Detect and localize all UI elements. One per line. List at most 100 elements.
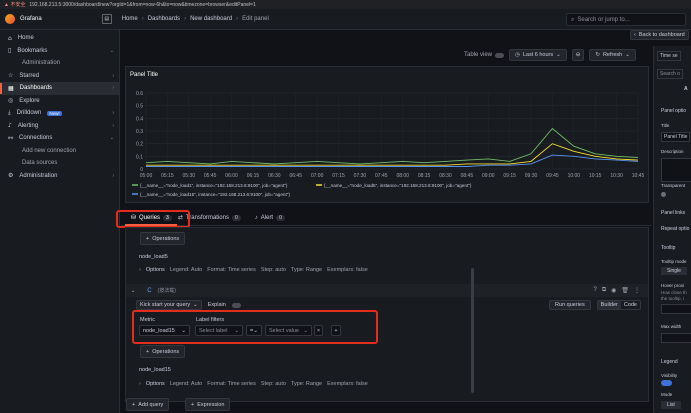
delete-icon[interactable]: 🗑 [621,287,629,294]
chevron-right-icon[interactable]: › [112,173,114,179]
chevron-right-icon[interactable]: › [112,110,114,116]
run-queries-button[interactable]: Run queries [549,300,591,310]
query-b-options[interactable]: › Options Legend: Auto Format: Time seri… [139,267,368,273]
sidebar-item-administration[interactable]: ⚙ Administration › [0,170,119,183]
breadcrumb-dashboards[interactable]: Dashboards [148,16,180,22]
collapse-icon[interactable]: ⌄ [131,288,135,294]
search-box[interactable]: ⌕ Search or jump to... [566,13,686,26]
breadcrumb-new-dashboard[interactable]: New dashboard [190,16,232,22]
drag-handle-icon[interactable]: ⋮ [634,287,640,294]
hover-proximity-input[interactable] [661,304,691,314]
x-tick-label: 09:00 [482,173,495,179]
breadcrumb-home[interactable]: Home [122,16,138,22]
remove-filter-button[interactable]: × [314,325,323,336]
repeat-options-header[interactable]: Repeat optio [661,226,689,232]
description-label: Description [661,149,684,154]
chevron-down-icon[interactable]: ⌄ [110,48,114,54]
chevron-right-icon[interactable]: › [112,73,114,79]
search-icon: ⌕ [571,15,575,23]
panel-toolbar: Table view ◷ Last 6 hours ⌄ ⊖ ↻ Refresh ⌄ [464,49,636,61]
back-to-dashboard-button[interactable]: ‹ Back to dashboard [630,30,689,40]
kick-start-button[interactable]: Kick start your query ⌄ [136,300,202,310]
x-tick-label: 06:45 [289,173,302,179]
options-label: Options [145,381,165,387]
table-view-toggle[interactable]: Table view [464,52,505,58]
tooltip-header[interactable]: Tooltip [661,245,675,251]
sidebar-item-alerting[interactable]: ♪ Alerting › [0,120,119,133]
chevron-down-icon: ⌄ [303,327,308,334]
plus-icon: + [146,235,150,242]
option-type: Type: Range [290,381,323,387]
tab-transformations[interactable]: ⇄ Transformations 0 [178,211,241,225]
select-value-dropdown[interactable]: Select value ⌄ [265,325,312,336]
x-tick-label: 10:15 [589,173,602,179]
sidebar-item-add-new-connection[interactable]: Add new connection [0,145,119,158]
add-filter-button[interactable]: + [331,325,341,336]
sidebar-item-drilldown[interactable]: ⤓ Drilldown New! › [0,107,119,120]
query-letter[interactable]: C [147,288,151,294]
expression-button[interactable]: + Expression [185,398,231,411]
kick-start-label: Kick start your query [140,302,191,308]
select-label-dropdown[interactable]: Select label ⌄ [195,325,243,336]
grafana-logo-icon[interactable] [5,14,15,24]
builder-option[interactable]: Builder [597,301,621,309]
scrollbar[interactable] [471,268,474,393]
visibility-toggle[interactable] [661,380,672,386]
y-tick-label: 0.3 [136,129,143,135]
database-icon: ⛁ [131,215,137,221]
sidebar-item-bookmarks[interactable]: ▯ Bookmarks ⌄ [0,45,119,58]
legend-list-option[interactable]: List [661,401,681,409]
operations-button-c[interactable]: + Operations [140,345,186,358]
sidebar-item-connections[interactable]: ⚯ Connections ⌄ [0,132,119,145]
active-tab-underline [125,224,177,226]
chevron-down-icon[interactable]: ⌄ [110,135,114,141]
tooltip-single-option[interactable]: Single [661,267,687,275]
chevron-right-icon[interactable]: › [112,123,114,129]
dock-menu-icon[interactable]: ▤ [101,14,112,24]
eye-icon[interactable]: ◉ [611,287,616,294]
code-option[interactable]: Code [621,302,640,308]
visualization-picker[interactable]: Time se [657,51,681,61]
operator-select[interactable]: = ⌄ [246,325,262,336]
copy-icon[interactable]: ⧉ [602,287,606,294]
all-tab[interactable]: A [684,86,688,92]
title-input[interactable]: Panel Title [661,132,691,142]
options-search[interactable]: Search o [657,69,684,79]
sidebar-item-label: Home [17,35,34,42]
sidebar-item-data-sources[interactable]: Data sources [0,157,119,170]
panel-links-header[interactable]: Panel links [661,210,685,216]
tab-queries[interactable]: ⛁ Queries 3 [131,211,172,225]
toggle-switch[interactable] [495,52,505,58]
explain-toggle[interactable] [231,302,241,308]
refresh-button[interactable]: ↻ Refresh ⌄ [589,49,636,61]
chevron-right-icon[interactable]: › [112,85,114,91]
time-range-picker[interactable]: ◷ Last 6 hours ⌄ [509,49,567,61]
sidebar-item-bookmark-administration[interactable]: Administration [0,57,119,70]
chevron-right-icon: › [139,381,141,387]
x-tick-label: 06:00 [225,173,238,179]
metric-select[interactable]: node_load15 ⌄ [139,325,190,336]
description-textarea[interactable] [661,158,691,182]
sidebar-item-dashboards[interactable]: ▦ Dashboards › [0,82,119,95]
option-exemplars: Exemplars: false [327,267,368,273]
star-icon: ☆ [8,72,14,80]
x-tick-label: 05:00 [140,173,153,179]
sidebar-item-explore[interactable]: ◎ Explore [0,95,119,108]
browser-url-bar[interactable]: ▲ 不安全 192.168.213.5:3000/dashboard/new?o… [0,0,691,9]
sidebar-item-starred[interactable]: ☆ Starred › [0,70,119,83]
transparent-toggle[interactable] [661,192,666,197]
option-exemplars: Exemplars: false [327,381,368,387]
help-icon[interactable]: ? [593,287,596,294]
panel-options-header[interactable]: Panel optio [661,108,686,114]
series-line [145,127,639,165]
query-c-options[interactable]: › Options Legend: Auto Format: Time seri… [139,381,368,387]
url-text[interactable]: 192.168.213.5:3000/dashboard/new?orgId=1… [29,2,255,8]
sidebar-item-home[interactable]: ⌂ Home [0,32,119,45]
add-query-button[interactable]: + Add query [126,398,170,411]
x-tick-label: 05:15 [161,173,174,179]
zoom-out-button[interactable]: ⊖ [571,49,585,61]
tab-alert[interactable]: ♪ Alert 0 [255,211,285,225]
legend-header[interactable]: Legend [661,359,678,365]
operations-button-b[interactable]: + Operations [140,232,186,245]
max-width-input[interactable] [661,333,691,343]
